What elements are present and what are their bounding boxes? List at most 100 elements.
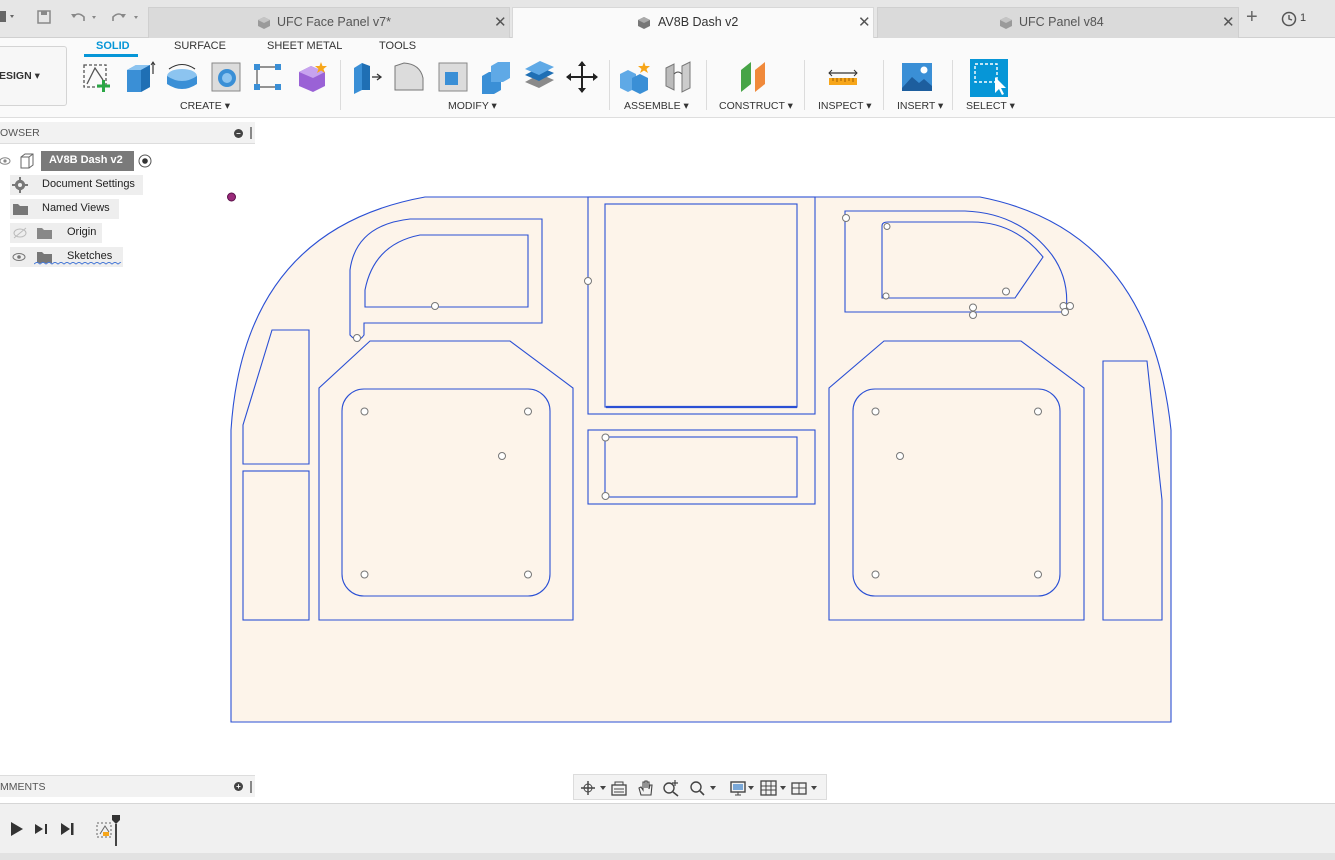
timeline-bar [0,803,1335,853]
measure-icon[interactable] [826,60,860,94]
sketch-point [842,214,850,222]
chevron-down-icon[interactable] [710,786,716,790]
document-icon [20,153,34,169]
step-forward-icon[interactable] [34,823,50,835]
navigation-bar [573,774,827,800]
hidden-eye-icon[interactable] [12,227,28,239]
sketch-point [353,334,361,342]
select-icon[interactable] [970,59,1008,97]
job-count: 1 [1300,12,1307,24]
tab-ufc-panel[interactable]: UFC Panel v84 ✕ [877,7,1239,38]
construct-group-menu[interactable]: CONSTRUCT ▾ [719,100,793,112]
save-icon[interactable] [37,10,52,29]
create-sketch-icon[interactable] [81,60,115,94]
redo-icon[interactable] [110,9,142,29]
create-form-icon[interactable] [295,60,329,94]
sketch-point [601,492,610,500]
chevron-down-icon[interactable] [748,786,754,790]
browser-title: OWSER [0,127,40,139]
visibility-eye-icon[interactable] [0,155,12,167]
chevron-down-icon[interactable] [811,786,817,790]
insert-group-menu[interactable]: INSERT ▾ [897,100,943,112]
tab-ufc-face-panel[interactable]: UFC Face Panel v7* ✕ [148,7,510,38]
zoom-icon[interactable] [662,779,680,797]
offset-face-icon[interactable] [522,60,556,94]
viewports-icon[interactable] [790,779,808,797]
toolbar-separator [609,60,610,110]
joint-icon[interactable] [662,60,696,94]
visibility-eye-icon[interactable] [11,252,27,264]
inspect-group-menu[interactable]: INSPECT ▾ [818,100,872,112]
tab-sheet-metal[interactable]: SHEET METAL [267,40,342,52]
display-settings-icon[interactable] [729,779,747,797]
insert-image-icon[interactable] [900,60,934,94]
new-tab-icon[interactable]: + [1246,6,1258,29]
tab-label: UFC Panel v84 [1019,15,1104,29]
sketch-feature-icon[interactable] [96,814,124,848]
browser-item-sketches[interactable]: Sketches [0,247,130,267]
assemble-group-menu[interactable]: ASSEMBLE ▾ [624,100,689,112]
fit-zoom-icon[interactable] [688,779,706,797]
mount-hole [1034,570,1042,579]
sketch-point [1061,308,1069,316]
new-component-icon[interactable] [618,60,652,94]
move-copy-icon[interactable] [565,60,599,94]
tab-av8b-dash[interactable]: AV8B Dash v2 ✕ [512,7,874,38]
close-tab-icon[interactable]: ✕ [494,13,507,31]
play-icon[interactable] [10,821,24,837]
browser-item-named-views[interactable]: Named Views [0,199,130,219]
activate-radio-icon[interactable] [138,154,152,168]
tab-surface[interactable]: SURFACE [174,40,226,52]
orbit-icon[interactable] [579,779,597,797]
panel-pin-icon[interactable] [250,781,252,793]
close-tab-icon[interactable]: ✕ [1222,13,1235,31]
sweep-icon[interactable] [209,60,243,94]
collapse-browser-icon[interactable]: – [234,129,243,138]
revolve-icon[interactable] [165,60,199,94]
sketch-point [969,311,977,319]
toolbar-separator [706,60,707,110]
extrude-icon[interactable] [122,60,156,94]
look-at-icon[interactable] [610,779,628,797]
design-canvas[interactable] [0,118,1335,803]
mount-hole [871,407,880,416]
mount-hole [360,407,369,416]
toolbar-separator [804,60,805,110]
create-group-menu[interactable]: CREATE ▾ [180,100,230,112]
folder-icon [37,228,52,239]
tab-tools[interactable]: TOOLS [379,40,416,52]
workspace-switcher[interactable]: ESIGN ▾ [0,46,67,106]
panel-pin-icon[interactable] [250,127,252,139]
press-pull-icon[interactable] [350,60,384,94]
go-to-end-icon[interactable] [60,822,76,836]
item-label: Document Settings [42,178,135,190]
select-group-menu[interactable]: SELECT ▾ [966,100,1015,112]
tab-label: AV8B Dash v2 [658,15,739,29]
combine-icon[interactable] [479,60,513,94]
pan-hand-icon[interactable] [636,779,654,797]
tab-solid[interactable]: SOLID [96,40,130,52]
shell-icon[interactable] [436,60,470,94]
item-label: Origin [67,226,97,238]
browser-item-document-settings[interactable]: Document Settings [0,175,150,195]
close-tab-icon[interactable]: ✕ [858,13,871,31]
sketch-point [1066,302,1074,310]
component-cube-icon [638,17,650,29]
browser-root-node[interactable]: AV8B Dash v2 [0,151,160,171]
chevron-down-icon[interactable] [600,786,606,790]
browser-item-origin[interactable]: Origin [0,223,110,243]
undo-icon[interactable] [70,9,100,29]
add-comment-icon[interactable]: + [234,782,243,791]
gear-icon [12,177,28,193]
sketch-point [882,292,890,300]
component-cube-icon [1000,17,1012,29]
grid-settings-icon[interactable] [760,779,778,797]
chevron-down-icon[interactable] [780,786,786,790]
job-status-icon[interactable] [1281,11,1297,31]
offset-plane-icon[interactable] [737,60,771,94]
fillet-icon[interactable] [392,60,426,94]
modify-group-menu[interactable]: MODIFY ▾ [448,100,497,112]
file-menu-icon[interactable] [0,10,20,28]
mount-hole [896,452,904,460]
sketch-dimension-icon[interactable] [251,60,285,94]
